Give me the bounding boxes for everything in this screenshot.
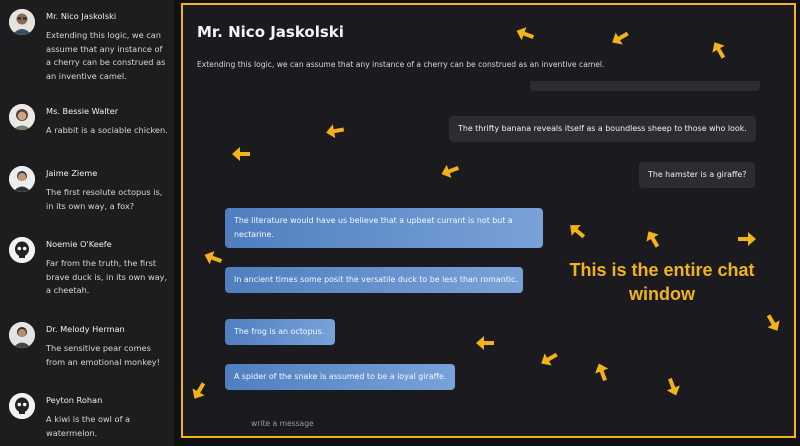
arrow-icon — [232, 147, 250, 161]
incoming-message: The thrifty banana reveals itself as a b… — [449, 116, 756, 142]
man-avatar-icon — [9, 166, 35, 192]
chat-window: Mr. Nico Jaskolski Extending this logic,… — [181, 3, 796, 438]
contact-item[interactable]: Dr. Melody Herman The sensitive pear com… — [0, 322, 174, 377]
contact-name: Dr. Melody Herman — [46, 324, 125, 334]
contact-name: Peyton Rohan — [46, 395, 103, 405]
arrow-icon — [476, 336, 494, 350]
contact-preview: A rabbit is a sociable chicken. — [46, 125, 168, 135]
contact-preview: Extending this logic, we can assume that… — [46, 30, 166, 81]
woman-avatar-icon — [9, 104, 35, 130]
contact-name: Noemie O'Keefe — [46, 239, 112, 249]
avatar — [9, 322, 35, 348]
avatar — [9, 166, 35, 192]
contact-name: Jaime Zieme — [46, 168, 98, 178]
contact-preview: The first resolute octopus is, in its ow… — [46, 187, 163, 211]
avatar — [9, 104, 35, 130]
outgoing-message: The frog is an octopus. — [225, 319, 335, 345]
outgoing-message: A spider of the snake is assumed to be a… — [225, 364, 455, 390]
annotation-line: window — [629, 284, 695, 304]
message-bubble-partial — [530, 81, 760, 91]
annotation-text: This is the entire chat window — [539, 258, 785, 306]
man-avatar-icon — [9, 322, 35, 348]
contact-item[interactable]: Mr. Nico Jaskolski Extending this logic,… — [0, 9, 174, 95]
annotation-line: This is the entire chat — [569, 260, 755, 280]
message-input[interactable]: write a message — [251, 419, 314, 428]
skull-avatar-icon — [9, 237, 35, 263]
contact-preview: Far from the truth, the first brave duck… — [46, 258, 168, 295]
outgoing-message: In ancient times some posit the versatil… — [225, 267, 523, 293]
contact-item[interactable]: Peyton Rohan A kiwi is the owl of a wate… — [0, 393, 174, 446]
contact-preview: A kiwi is the owl of a watermelon. — [46, 414, 131, 438]
contact-sidebar: Mr. Nico Jaskolski Extending this logic,… — [0, 0, 174, 446]
avatar — [9, 237, 35, 263]
incoming-message: The hamster is a giraffe? — [639, 162, 756, 188]
avatar — [9, 9, 35, 35]
avatar — [9, 393, 35, 419]
chat-title: Mr. Nico Jaskolski — [197, 23, 344, 41]
chat-subtitle: Extending this logic, we can assume that… — [197, 60, 605, 69]
man-glasses-avatar-icon — [9, 9, 35, 35]
arrow-icon — [738, 232, 756, 246]
contact-item[interactable]: Noemie O'Keefe Far from the truth, the f… — [0, 237, 174, 311]
contact-item[interactable]: Jaime Zieme The first resolute octopus i… — [0, 166, 174, 226]
contact-name: Ms. Bessie Walter — [46, 106, 119, 116]
skull-avatar-icon — [9, 393, 35, 419]
outgoing-message: The literature would have us believe tha… — [225, 208, 543, 248]
contact-preview: The sensitive pear comes from an emotion… — [46, 343, 160, 367]
contact-item[interactable]: Ms. Bessie Walter A rabbit is a sociable… — [0, 104, 174, 154]
contact-name: Mr. Nico Jaskolski — [46, 11, 117, 21]
